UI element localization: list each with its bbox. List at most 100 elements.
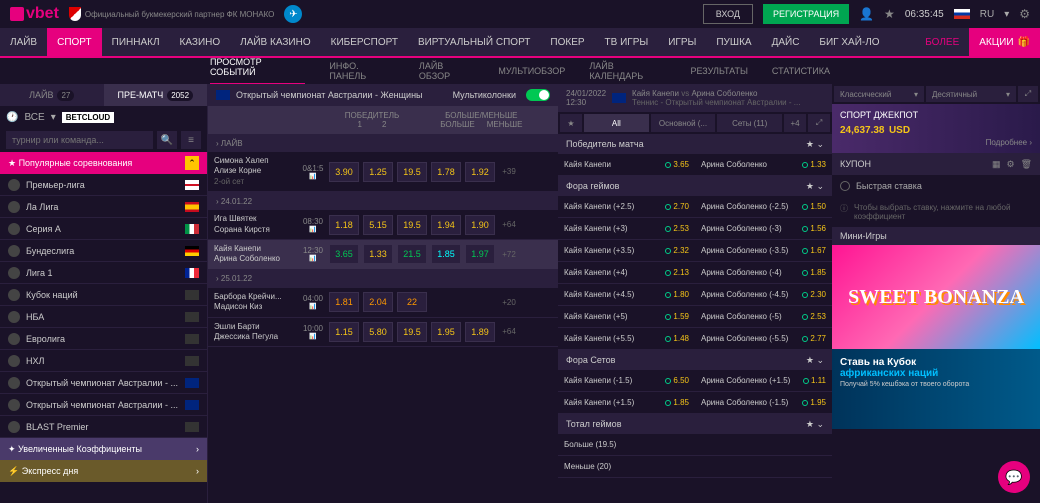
betcloud-toggle[interactable]: BETCLOUD bbox=[62, 112, 114, 123]
tab-all[interactable]: All bbox=[584, 114, 649, 132]
view-classic[interactable]: Классический▾ bbox=[834, 86, 924, 102]
odd-button[interactable]: 3.65 bbox=[329, 244, 359, 264]
odd-cell[interactable]: Кайя Канепи (-1.5)6.50 bbox=[558, 370, 695, 391]
tab-prematch[interactable]: ПРЕ-МАТЧ2052 bbox=[104, 84, 208, 106]
chat-button[interactable]: 💬 bbox=[998, 461, 1030, 493]
odd-cell[interactable]: Арина Соболенко (-4.5)2.30 bbox=[695, 284, 832, 305]
league-item[interactable]: Евролига bbox=[0, 328, 207, 350]
match-row[interactable]: Эшли БартиДжессика Пегула10:00📊1.155.801… bbox=[208, 318, 558, 348]
nav-casino[interactable]: КАЗИНО bbox=[170, 28, 231, 56]
subnav-events[interactable]: ПРОСМОТР СОБЫТИЙ bbox=[210, 57, 305, 85]
odd-button[interactable]: 1.89 bbox=[465, 322, 495, 342]
odd-button[interactable]: 19.5 bbox=[397, 215, 427, 235]
minigame-banner[interactable]: SWEET BONANZA bbox=[832, 245, 1040, 349]
odd-cell[interactable]: Кайя Канепи (+5)1.59 bbox=[558, 306, 695, 327]
odd-cell[interactable]: Кайя Канепи (+3)2.53 bbox=[558, 218, 695, 239]
odd-cell[interactable]: Кайя Канепи (+1.5)1.85 bbox=[558, 392, 695, 413]
market-sethcp[interactable]: Фора Сетов★ ⌄ bbox=[558, 350, 832, 370]
odd-button[interactable]: 2.04 bbox=[363, 292, 393, 312]
odd-button[interactable]: 3.90 bbox=[329, 162, 359, 182]
filter-all[interactable]: ВСЕ bbox=[24, 112, 44, 123]
odd-button[interactable]: 1.78 bbox=[431, 162, 461, 182]
nav-more[interactable]: БОЛЕЕ bbox=[915, 37, 969, 48]
odd-button[interactable]: 1.95 bbox=[431, 322, 461, 342]
odd-cell[interactable]: Арина Соболенко1.33 bbox=[695, 154, 832, 175]
nav-poker[interactable]: ПОКЕР bbox=[540, 28, 594, 56]
odd-button[interactable]: 1.92 bbox=[465, 162, 495, 182]
promo-banner[interactable]: Ставь на Кубок африканских наций Получай… bbox=[832, 349, 1040, 429]
league-item[interactable]: Лига 1 bbox=[0, 262, 207, 284]
odd-cell[interactable]: Арина Соболенко (-5.5)2.77 bbox=[695, 328, 832, 349]
odd-cell[interactable]: Арина Соболенко (-4)1.85 bbox=[695, 262, 832, 283]
gear-icon[interactable]: ⚙ bbox=[1019, 7, 1030, 21]
nav-livecasino[interactable]: ЛАЙВ КАЗИНО bbox=[230, 28, 320, 56]
menu-icon[interactable]: ≡ bbox=[181, 131, 201, 149]
odd-button[interactable]: 1.97 bbox=[465, 244, 495, 264]
trash-icon[interactable]: 🗑 bbox=[1021, 159, 1032, 170]
star-icon[interactable]: ★ bbox=[884, 7, 895, 21]
subnav-calendar[interactable]: ЛАЙВ КАЛЕНДАРЬ bbox=[589, 61, 666, 81]
league-item[interactable]: Открытый чемпионат Австралии - ... bbox=[0, 394, 207, 416]
expand-icon[interactable]: ⤢ bbox=[808, 114, 830, 132]
subnav-results[interactable]: РЕЗУЛЬТАТЫ bbox=[690, 66, 747, 76]
section-date2[interactable]: › 25.01.22 bbox=[208, 270, 558, 288]
market-gamehcp[interactable]: Фора геймов★ ⌄ bbox=[558, 176, 832, 196]
tab-live[interactable]: ЛАЙВ27 bbox=[0, 84, 104, 106]
subnav-liveoverview[interactable]: ЛАЙВ ОБЗОР bbox=[419, 61, 474, 81]
user-icon[interactable]: 👤 bbox=[859, 7, 874, 21]
nav-promo[interactable]: АКЦИИ🎁 bbox=[969, 28, 1040, 56]
odd-cell[interactable]: Арина Соболенко (+1.5)1.11 bbox=[695, 370, 832, 391]
calc-icon[interactable]: ▦ bbox=[992, 159, 1001, 170]
odd-button[interactable]: 21.5 bbox=[397, 244, 427, 264]
login-button[interactable]: ВХОД bbox=[703, 4, 753, 24]
nav-pinnacle[interactable]: ПИННАКЛ bbox=[102, 28, 170, 56]
telegram-icon[interactable]: ✈ bbox=[284, 5, 302, 23]
match-row[interactable]: Кайя КанепиАрина Соболенко12:30📊3.651.33… bbox=[208, 240, 558, 270]
odd-cell[interactable]: Меньше (20) bbox=[558, 456, 832, 477]
tab-sets[interactable]: Сеты (11) bbox=[717, 114, 782, 132]
nav-pushka[interactable]: ПУШКА bbox=[706, 28, 761, 56]
odd-button[interactable]: 1.25 bbox=[363, 162, 393, 182]
minigames-header[interactable]: Мини-Игры bbox=[832, 227, 1040, 245]
league-item[interactable]: Премьер-лига bbox=[0, 174, 207, 196]
nav-bighilo[interactable]: БИГ ХАЙ-ЛО bbox=[809, 28, 889, 56]
logo[interactable]: vbet bbox=[10, 5, 59, 23]
gear-icon[interactable]: ⚙ bbox=[1006, 159, 1014, 170]
odd-cell[interactable]: Больше (19.5) bbox=[558, 434, 832, 455]
search-input[interactable] bbox=[6, 131, 153, 149]
match-row[interactable]: Симона ХалепАлизе Корне2-ой сет0&1:5📊3.9… bbox=[208, 152, 558, 192]
odd-cell[interactable]: Кайя Канепи3.65 bbox=[558, 154, 695, 175]
tab-main[interactable]: Основной (... bbox=[651, 114, 716, 132]
league-item[interactable]: Кубок наций bbox=[0, 284, 207, 306]
odd-cell[interactable]: Кайя Канепи (+4)2.13 bbox=[558, 262, 695, 283]
section-live[interactable]: › ЛАЙВ bbox=[208, 134, 558, 152]
league-item[interactable]: Ла Лига bbox=[0, 196, 207, 218]
clock-icon[interactable]: 🕐 bbox=[6, 112, 18, 123]
expand-icon[interactable]: ⤢ bbox=[1018, 86, 1038, 102]
quickbet-toggle[interactable]: Быстрая ставка bbox=[832, 175, 1040, 197]
collapse-icon[interactable]: ⌃ bbox=[185, 156, 199, 170]
subnav-stats[interactable]: СТАТИСТИКА bbox=[772, 66, 830, 76]
odd-button[interactable]: 1.81 bbox=[329, 292, 359, 312]
popular-header[interactable]: ★ Популярные соревнования ⌃ bbox=[0, 152, 207, 174]
section-date1[interactable]: › 24.01.22 bbox=[208, 192, 558, 210]
view-decimal[interactable]: Десятичный▾ bbox=[926, 86, 1016, 102]
match-row[interactable]: Ига ШвятекСорана Кирстя08:30📊1.185.1519.… bbox=[208, 210, 558, 240]
odd-button[interactable]: 1.18 bbox=[329, 215, 359, 235]
lang-select[interactable]: RU bbox=[980, 9, 994, 20]
odd-cell[interactable]: Арина Соболенко (-1.5)1.95 bbox=[695, 392, 832, 413]
league-item[interactable]: Серия А bbox=[0, 218, 207, 240]
odd-button[interactable]: 1.33 bbox=[363, 244, 393, 264]
odd-cell[interactable]: Кайя Канепи (+4.5)1.80 bbox=[558, 284, 695, 305]
odd-button[interactable]: 22 bbox=[397, 292, 427, 312]
odd-cell[interactable]: Арина Соболенко (-2.5)1.50 bbox=[695, 196, 832, 217]
market-winner[interactable]: Победитель матча★ ⌄ bbox=[558, 134, 832, 154]
odd-button[interactable]: 5.80 bbox=[363, 322, 393, 342]
market-totalgames[interactable]: Тотал геймов★ ⌄ bbox=[558, 414, 832, 434]
search-icon[interactable]: 🔍 bbox=[157, 131, 177, 149]
boosted-odds[interactable]: ✦ Увеличенные Коэффициенты› bbox=[0, 438, 207, 460]
tab-more[interactable]: +4 bbox=[784, 114, 806, 132]
register-button[interactable]: РЕГИСТРАЦИЯ bbox=[763, 4, 849, 24]
odd-cell[interactable]: Кайя Канепи (+5.5)1.48 bbox=[558, 328, 695, 349]
match-row[interactable]: Барбора Крейчи...Мадисон Киз04:00📊1.812.… bbox=[208, 288, 558, 318]
